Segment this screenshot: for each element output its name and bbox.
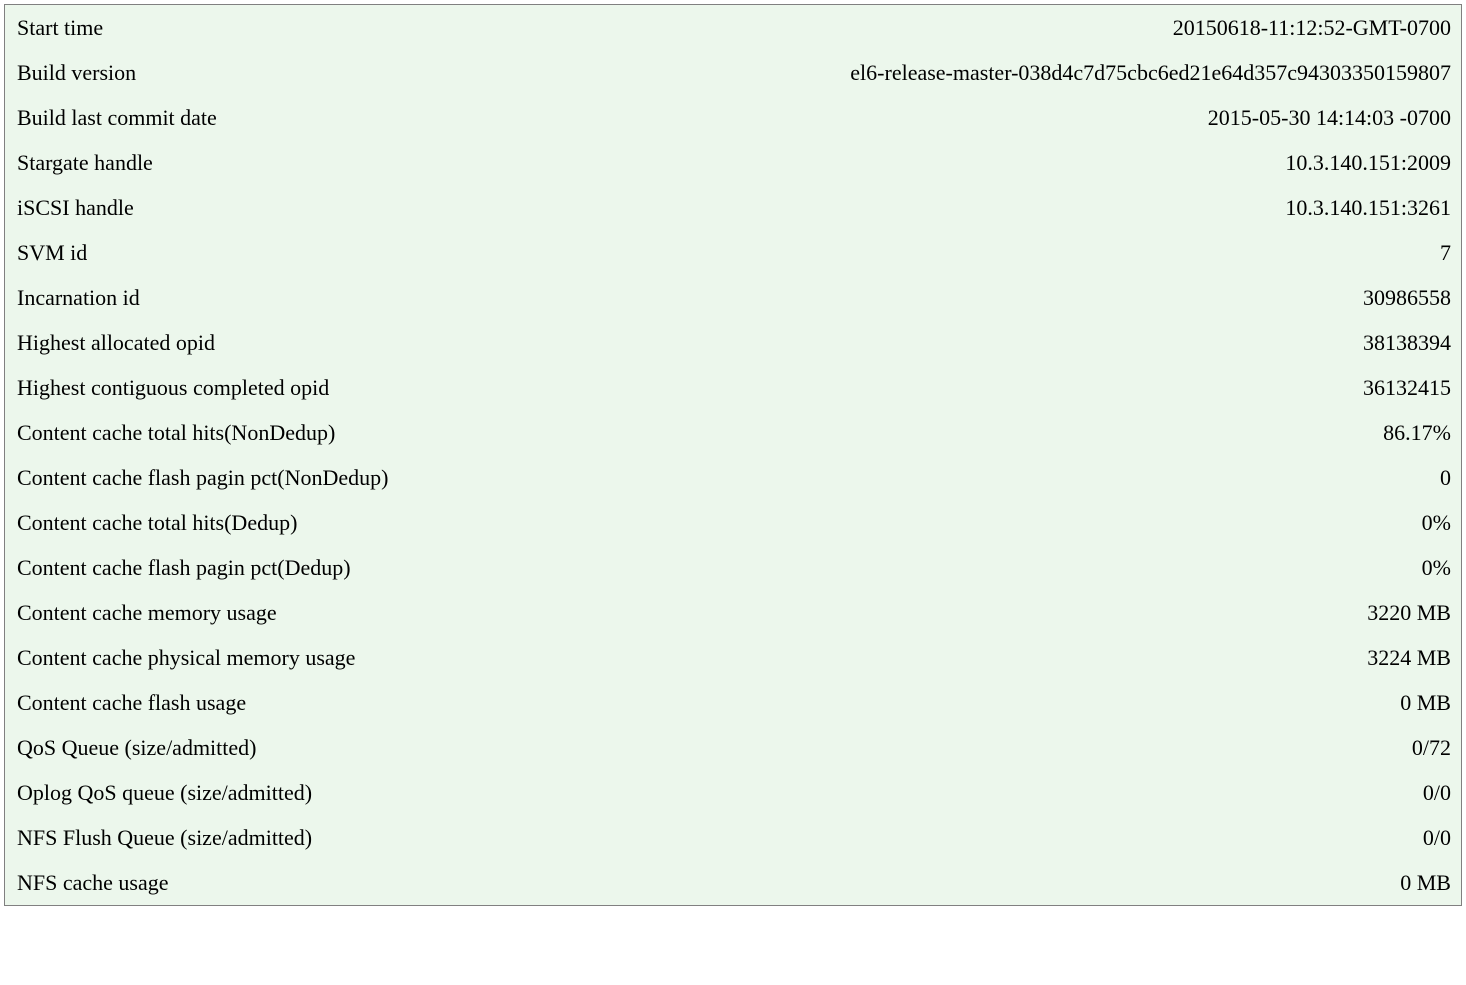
table-row: Incarnation id 30986558 bbox=[5, 275, 1461, 320]
stat-label: Highest allocated opid bbox=[17, 326, 215, 359]
stat-value: 30986558 bbox=[1363, 281, 1451, 314]
table-row: Stargate handle 10.3.140.151:2009 bbox=[5, 140, 1461, 185]
table-row: QoS Queue (size/admitted) 0/72 bbox=[5, 725, 1461, 770]
stat-label: NFS cache usage bbox=[17, 866, 169, 899]
stat-value: 0% bbox=[1422, 506, 1451, 539]
stat-label: Highest contiguous completed opid bbox=[17, 371, 329, 404]
stat-label: Content cache memory usage bbox=[17, 596, 277, 629]
stat-value: 86.17% bbox=[1383, 416, 1451, 449]
table-row: SVM id 7 bbox=[5, 230, 1461, 275]
stat-label: Oplog QoS queue (size/admitted) bbox=[17, 776, 312, 809]
stat-label: iSCSI handle bbox=[17, 191, 134, 224]
stat-label: QoS Queue (size/admitted) bbox=[17, 731, 257, 764]
stat-label: Content cache flash pagin pct(Dedup) bbox=[17, 551, 351, 584]
stat-value: 0 bbox=[1440, 461, 1451, 494]
stat-value: 3220 MB bbox=[1367, 596, 1451, 629]
stat-label: NFS Flush Queue (size/admitted) bbox=[17, 821, 312, 854]
stat-label: Content cache flash pagin pct(NonDedup) bbox=[17, 461, 388, 494]
table-row: Oplog QoS queue (size/admitted) 0/0 bbox=[5, 770, 1461, 815]
stat-value: 36132415 bbox=[1363, 371, 1451, 404]
stat-label: SVM id bbox=[17, 236, 87, 269]
stat-label: Stargate handle bbox=[17, 146, 153, 179]
stat-value: 2015-05-30 14:14:03 -0700 bbox=[1208, 101, 1451, 134]
stat-label: Content cache total hits(Dedup) bbox=[17, 506, 297, 539]
table-row: Content cache memory usage 3220 MB bbox=[5, 590, 1461, 635]
table-row: Highest allocated opid 38138394 bbox=[5, 320, 1461, 365]
stat-value: 0% bbox=[1422, 551, 1451, 584]
stat-value: 0 MB bbox=[1400, 686, 1451, 719]
table-row: Build last commit date 2015-05-30 14:14:… bbox=[5, 95, 1461, 140]
stat-label: Content cache total hits(NonDedup) bbox=[17, 416, 335, 449]
stat-value: 7 bbox=[1440, 236, 1451, 269]
stat-value: 3224 MB bbox=[1367, 641, 1451, 674]
table-row: Content cache total hits(NonDedup) 86.17… bbox=[5, 410, 1461, 455]
stat-value: 0 MB bbox=[1400, 866, 1451, 899]
stat-value: 0/0 bbox=[1423, 776, 1451, 809]
stat-label: Build version bbox=[17, 56, 136, 89]
table-row: Content cache flash usage 0 MB bbox=[5, 680, 1461, 725]
stat-value: 10.3.140.151:2009 bbox=[1285, 146, 1451, 179]
stat-label: Start time bbox=[17, 11, 103, 44]
stat-value: 0/72 bbox=[1412, 731, 1451, 764]
table-row: iSCSI handle 10.3.140.151:3261 bbox=[5, 185, 1461, 230]
table-row: Start time 20150618-11:12:52-GMT-0700 bbox=[5, 5, 1461, 50]
stat-label: Incarnation id bbox=[17, 281, 140, 314]
table-row: Content cache flash pagin pct(NonDedup) … bbox=[5, 455, 1461, 500]
table-row: NFS Flush Queue (size/admitted) 0/0 bbox=[5, 815, 1461, 860]
stat-value: 20150618-11:12:52-GMT-0700 bbox=[1173, 11, 1451, 44]
table-row: Content cache flash pagin pct(Dedup) 0% bbox=[5, 545, 1461, 590]
table-row: Highest contiguous completed opid 361324… bbox=[5, 365, 1461, 410]
table-row: Content cache physical memory usage 3224… bbox=[5, 635, 1461, 680]
table-row: Build version el6-release-master-038d4c7… bbox=[5, 50, 1461, 95]
stat-value: 38138394 bbox=[1363, 326, 1451, 359]
stat-label: Build last commit date bbox=[17, 101, 217, 134]
stat-value: 10.3.140.151:3261 bbox=[1285, 191, 1451, 224]
table-row: NFS cache usage 0 MB bbox=[5, 860, 1461, 905]
stat-label: Content cache physical memory usage bbox=[17, 641, 355, 674]
stats-table: Start time 20150618-11:12:52-GMT-0700 Bu… bbox=[4, 4, 1462, 906]
table-row: Content cache total hits(Dedup) 0% bbox=[5, 500, 1461, 545]
stat-value: el6-release-master-038d4c7d75cbc6ed21e64… bbox=[850, 56, 1451, 89]
stat-label: Content cache flash usage bbox=[17, 686, 246, 719]
stat-value: 0/0 bbox=[1423, 821, 1451, 854]
